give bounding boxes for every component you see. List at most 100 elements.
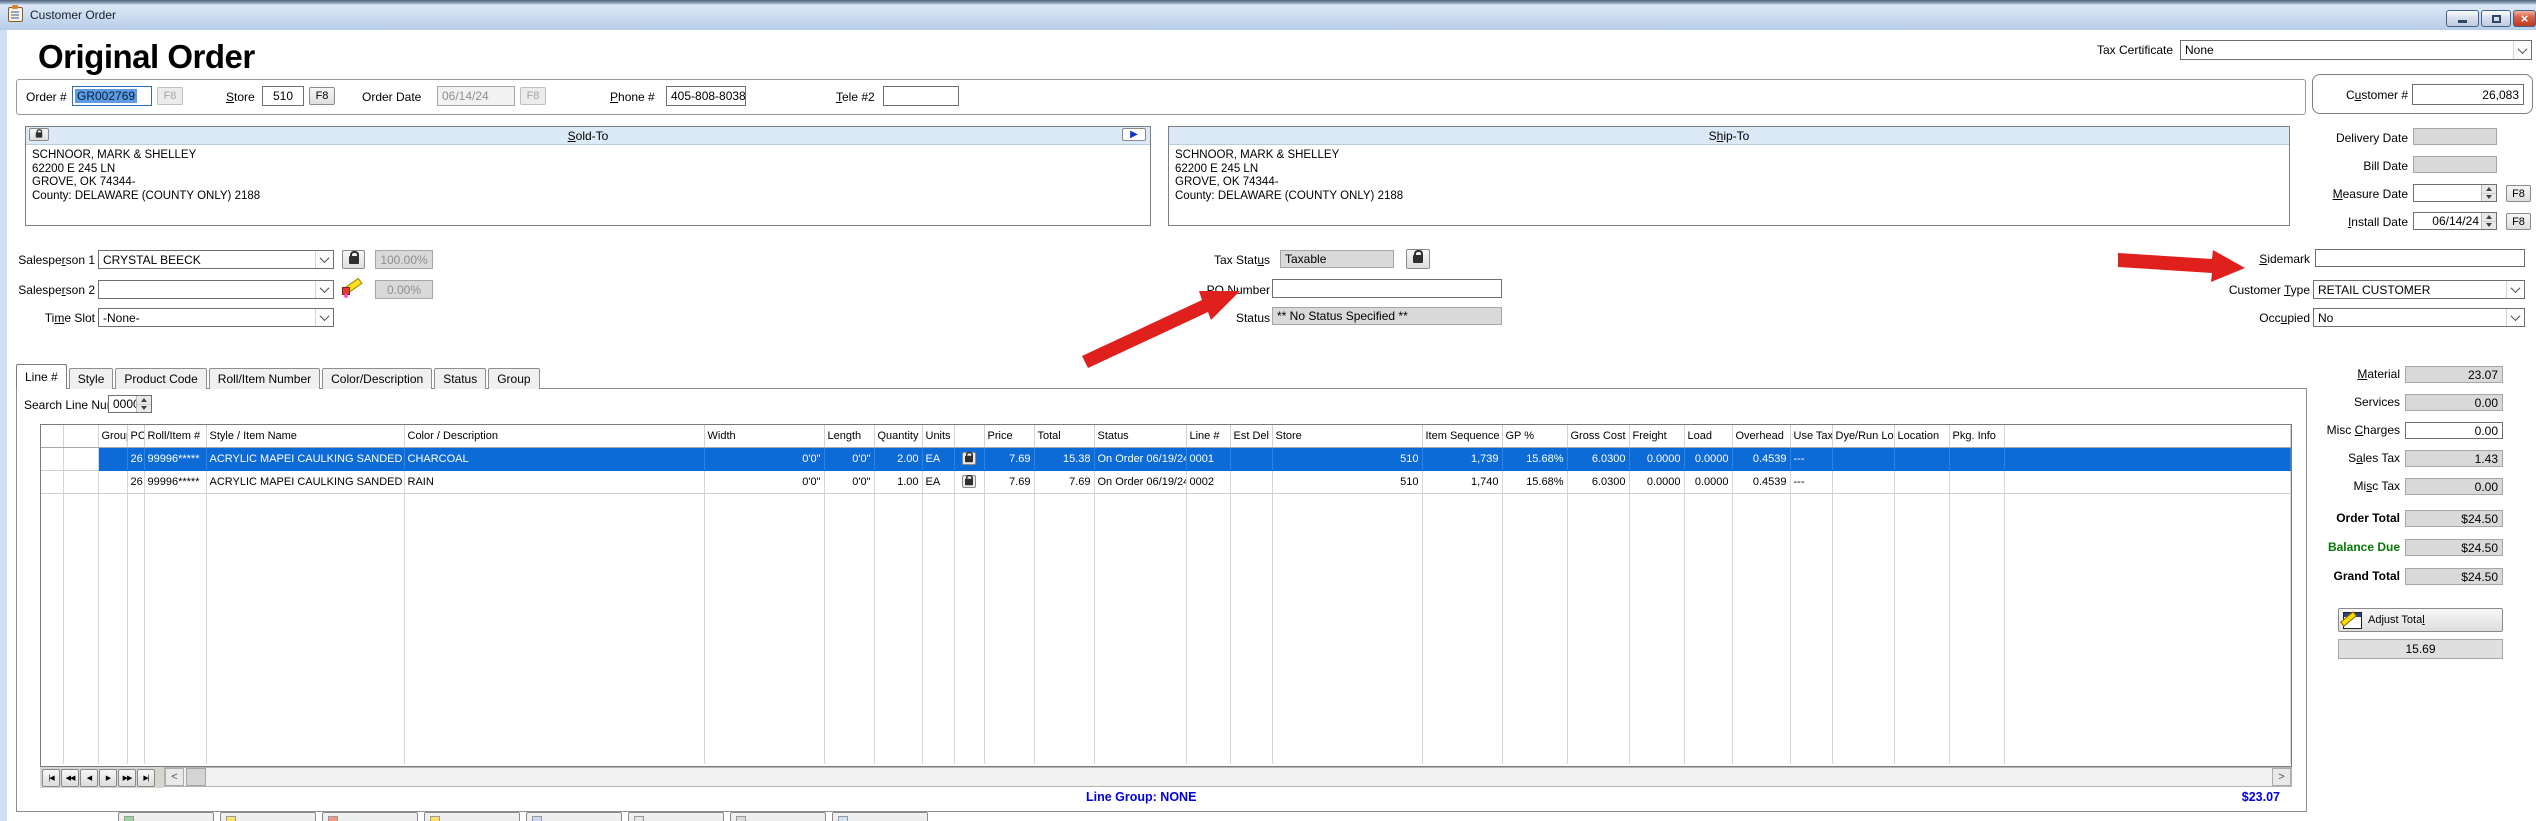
grid-row[interactable]: 26 99996***** ACRYLIC MAPEI CAULKING SANDE…: [41, 447, 2291, 471]
grid-column-header[interactable]: Est Del: [1230, 425, 1273, 448]
tab-style[interactable]: Style: [68, 368, 114, 389]
adjust-total-button[interactable]: Adjust Total: [2338, 608, 2503, 632]
salesperson2-percent: 0.00%: [375, 280, 433, 299]
grid-column-header[interactable]: Use Tax: [1790, 425, 1833, 448]
po-number-input[interactable]: [1272, 279, 1502, 298]
grid-column-header[interactable]: Width: [704, 425, 825, 448]
bottom-toolbar-button-7[interactable]: [730, 812, 826, 821]
grid-column-header[interactable]: Roll/Item #: [144, 425, 207, 448]
tab-color-description[interactable]: Color/Description: [322, 368, 433, 389]
grid-nav-prev-page-button[interactable]: ◀◀: [61, 768, 79, 787]
phone-input[interactable]: 405-808-8038: [666, 86, 746, 106]
grid-column-header[interactable]: Style / Item Name: [206, 425, 405, 448]
scrollbar-thumb[interactable]: [186, 768, 206, 786]
annotation-arrow-po-number: [1082, 291, 1240, 368]
sold-to-header: Sold-To ▶: [26, 127, 1150, 145]
grid-column-header[interactable]: Length: [824, 425, 875, 448]
search-line-input[interactable]: 0000: [108, 395, 152, 413]
bottom-toolbar-button-2[interactable]: [220, 812, 316, 821]
spinner-icon[interactable]: [136, 396, 151, 412]
tab-group[interactable]: Group: [488, 368, 540, 389]
grid-column-header[interactable]: Units: [922, 425, 955, 448]
grid-column-header[interactable]: Price: [984, 425, 1035, 448]
maximize-button[interactable]: [2481, 10, 2511, 27]
bottom-toolbar-button-3[interactable]: [322, 812, 418, 821]
grid-column-header[interactable]: Quantity: [874, 425, 923, 448]
bottom-toolbar-button-5[interactable]: [526, 812, 622, 821]
customer-type-select[interactable]: RETAIL CUSTOMER: [2313, 280, 2525, 299]
minimize-button[interactable]: [2446, 10, 2479, 27]
total-label-7: Grand Total: [2333, 569, 2400, 583]
grid-column-header[interactable]: Overhead: [1732, 425, 1791, 448]
install-date-f8-button[interactable]: F8: [2506, 213, 2531, 230]
install-date-input[interactable]: 06/14/24: [2413, 212, 2497, 230]
total-value-4: 0.00: [2405, 478, 2503, 495]
grid-row[interactable]: 26 99996***** ACRYLIC MAPEI CAULKING SANDE…: [41, 470, 2291, 494]
tab-roll-item-number[interactable]: Roll/Item Number: [208, 368, 321, 389]
chevron-down-icon: [315, 251, 333, 268]
salesperson1-select[interactable]: CRYSTAL BEECK: [98, 250, 334, 269]
grid-nav-prev-button[interactable]: ◀: [80, 768, 98, 787]
grid-column-header[interactable]: Gross Cost: [1567, 425, 1630, 448]
tele2-input[interactable]: [883, 86, 959, 106]
grid-nav-last-button[interactable]: ▶|: [137, 768, 155, 787]
grid-column-header[interactable]: Group: [98, 425, 128, 448]
sidemark-label: Sidemark: [2259, 252, 2310, 266]
install-date-label: Install Date: [2347, 215, 2408, 229]
grid-column-header[interactable]: Line #: [1186, 425, 1231, 448]
status-field: ** No Status Specified **: [1272, 307, 1502, 325]
horizontal-scrollbar[interactable]: < >: [164, 767, 2292, 787]
measure-date-input[interactable]: [2413, 184, 2497, 202]
tab-line-[interactable]: Line #: [16, 364, 67, 389]
tab-status[interactable]: Status: [434, 368, 487, 389]
grid-column-header[interactable]: GP %: [1502, 425, 1568, 448]
grid-column-header[interactable]: PC: [127, 425, 145, 448]
total-value-1: 0.00: [2405, 394, 2503, 411]
order-number-input[interactable]: GR002769: [72, 86, 152, 106]
sold-to-copy-button[interactable]: ▶: [1122, 128, 1146, 141]
salesperson1-lock-button[interactable]: [342, 250, 365, 269]
bottom-toolbar-button-4[interactable]: [424, 812, 520, 821]
scroll-right-button[interactable]: >: [2272, 768, 2291, 786]
bottom-toolbar-button-1[interactable]: [118, 812, 214, 821]
salesperson2-select[interactable]: [98, 280, 334, 299]
total-value-0: 23.07: [2405, 366, 2503, 383]
spinner-icon[interactable]: [2481, 213, 2496, 229]
grid-nav-next-page-button[interactable]: ▶▶: [118, 768, 136, 787]
tax-certificate-select[interactable]: None: [2180, 40, 2532, 60]
grid-column-header[interactable]: [41, 425, 64, 448]
tax-status-lock-button[interactable]: [1406, 249, 1430, 269]
grid-column-header[interactable]: Location: [1894, 425, 1950, 448]
sold-to-lock-button[interactable]: [29, 128, 49, 141]
grid-column-header[interactable]: [954, 425, 985, 448]
grid-column-header[interactable]: Pkg. Info: [1949, 425, 2005, 448]
time-slot-select[interactable]: -None-: [98, 308, 334, 327]
bottom-toolbar-button-8[interactable]: [832, 812, 928, 821]
measure-date-f8-button[interactable]: F8: [2506, 185, 2531, 202]
tab-product-code[interactable]: Product Code: [115, 368, 207, 389]
spinner-icon[interactable]: [2481, 185, 2496, 201]
scroll-left-button[interactable]: <: [165, 768, 184, 786]
store-f8-button[interactable]: F8: [309, 87, 335, 105]
grid-column-header[interactable]: Load: [1684, 425, 1733, 448]
grid-column-header[interactable]: [63, 425, 99, 448]
occupied-select[interactable]: No: [2313, 308, 2525, 327]
total-value-2[interactable]: 0.00: [2405, 422, 2503, 439]
grid-column-header[interactable]: Dye/Run Lot: [1832, 425, 1895, 448]
grid-column-header[interactable]: Color / Description: [404, 425, 705, 448]
grid-column-header[interactable]: Store: [1272, 425, 1423, 448]
grid-nav-first-button[interactable]: |◀: [42, 768, 60, 787]
customer-number-input[interactable]: 26,083: [2412, 84, 2524, 105]
close-button[interactable]: ×: [2513, 10, 2536, 27]
order-date-label: Order Date: [362, 90, 422, 104]
salesperson2-eraser-icon[interactable]: [341, 276, 365, 300]
grid-nav-next-button[interactable]: ▶: [99, 768, 117, 787]
sidemark-input[interactable]: [2315, 249, 2525, 267]
store-input[interactable]: 510: [262, 86, 304, 106]
bottom-toolbar-button-6[interactable]: [628, 812, 724, 821]
grid-column-header[interactable]: Item Sequence: [1422, 425, 1503, 448]
delivery-date-input: [2413, 128, 2497, 145]
grid-column-header[interactable]: Status: [1094, 425, 1187, 448]
grid-column-header[interactable]: Freight: [1629, 425, 1685, 448]
grid-column-header[interactable]: Total: [1034, 425, 1095, 448]
